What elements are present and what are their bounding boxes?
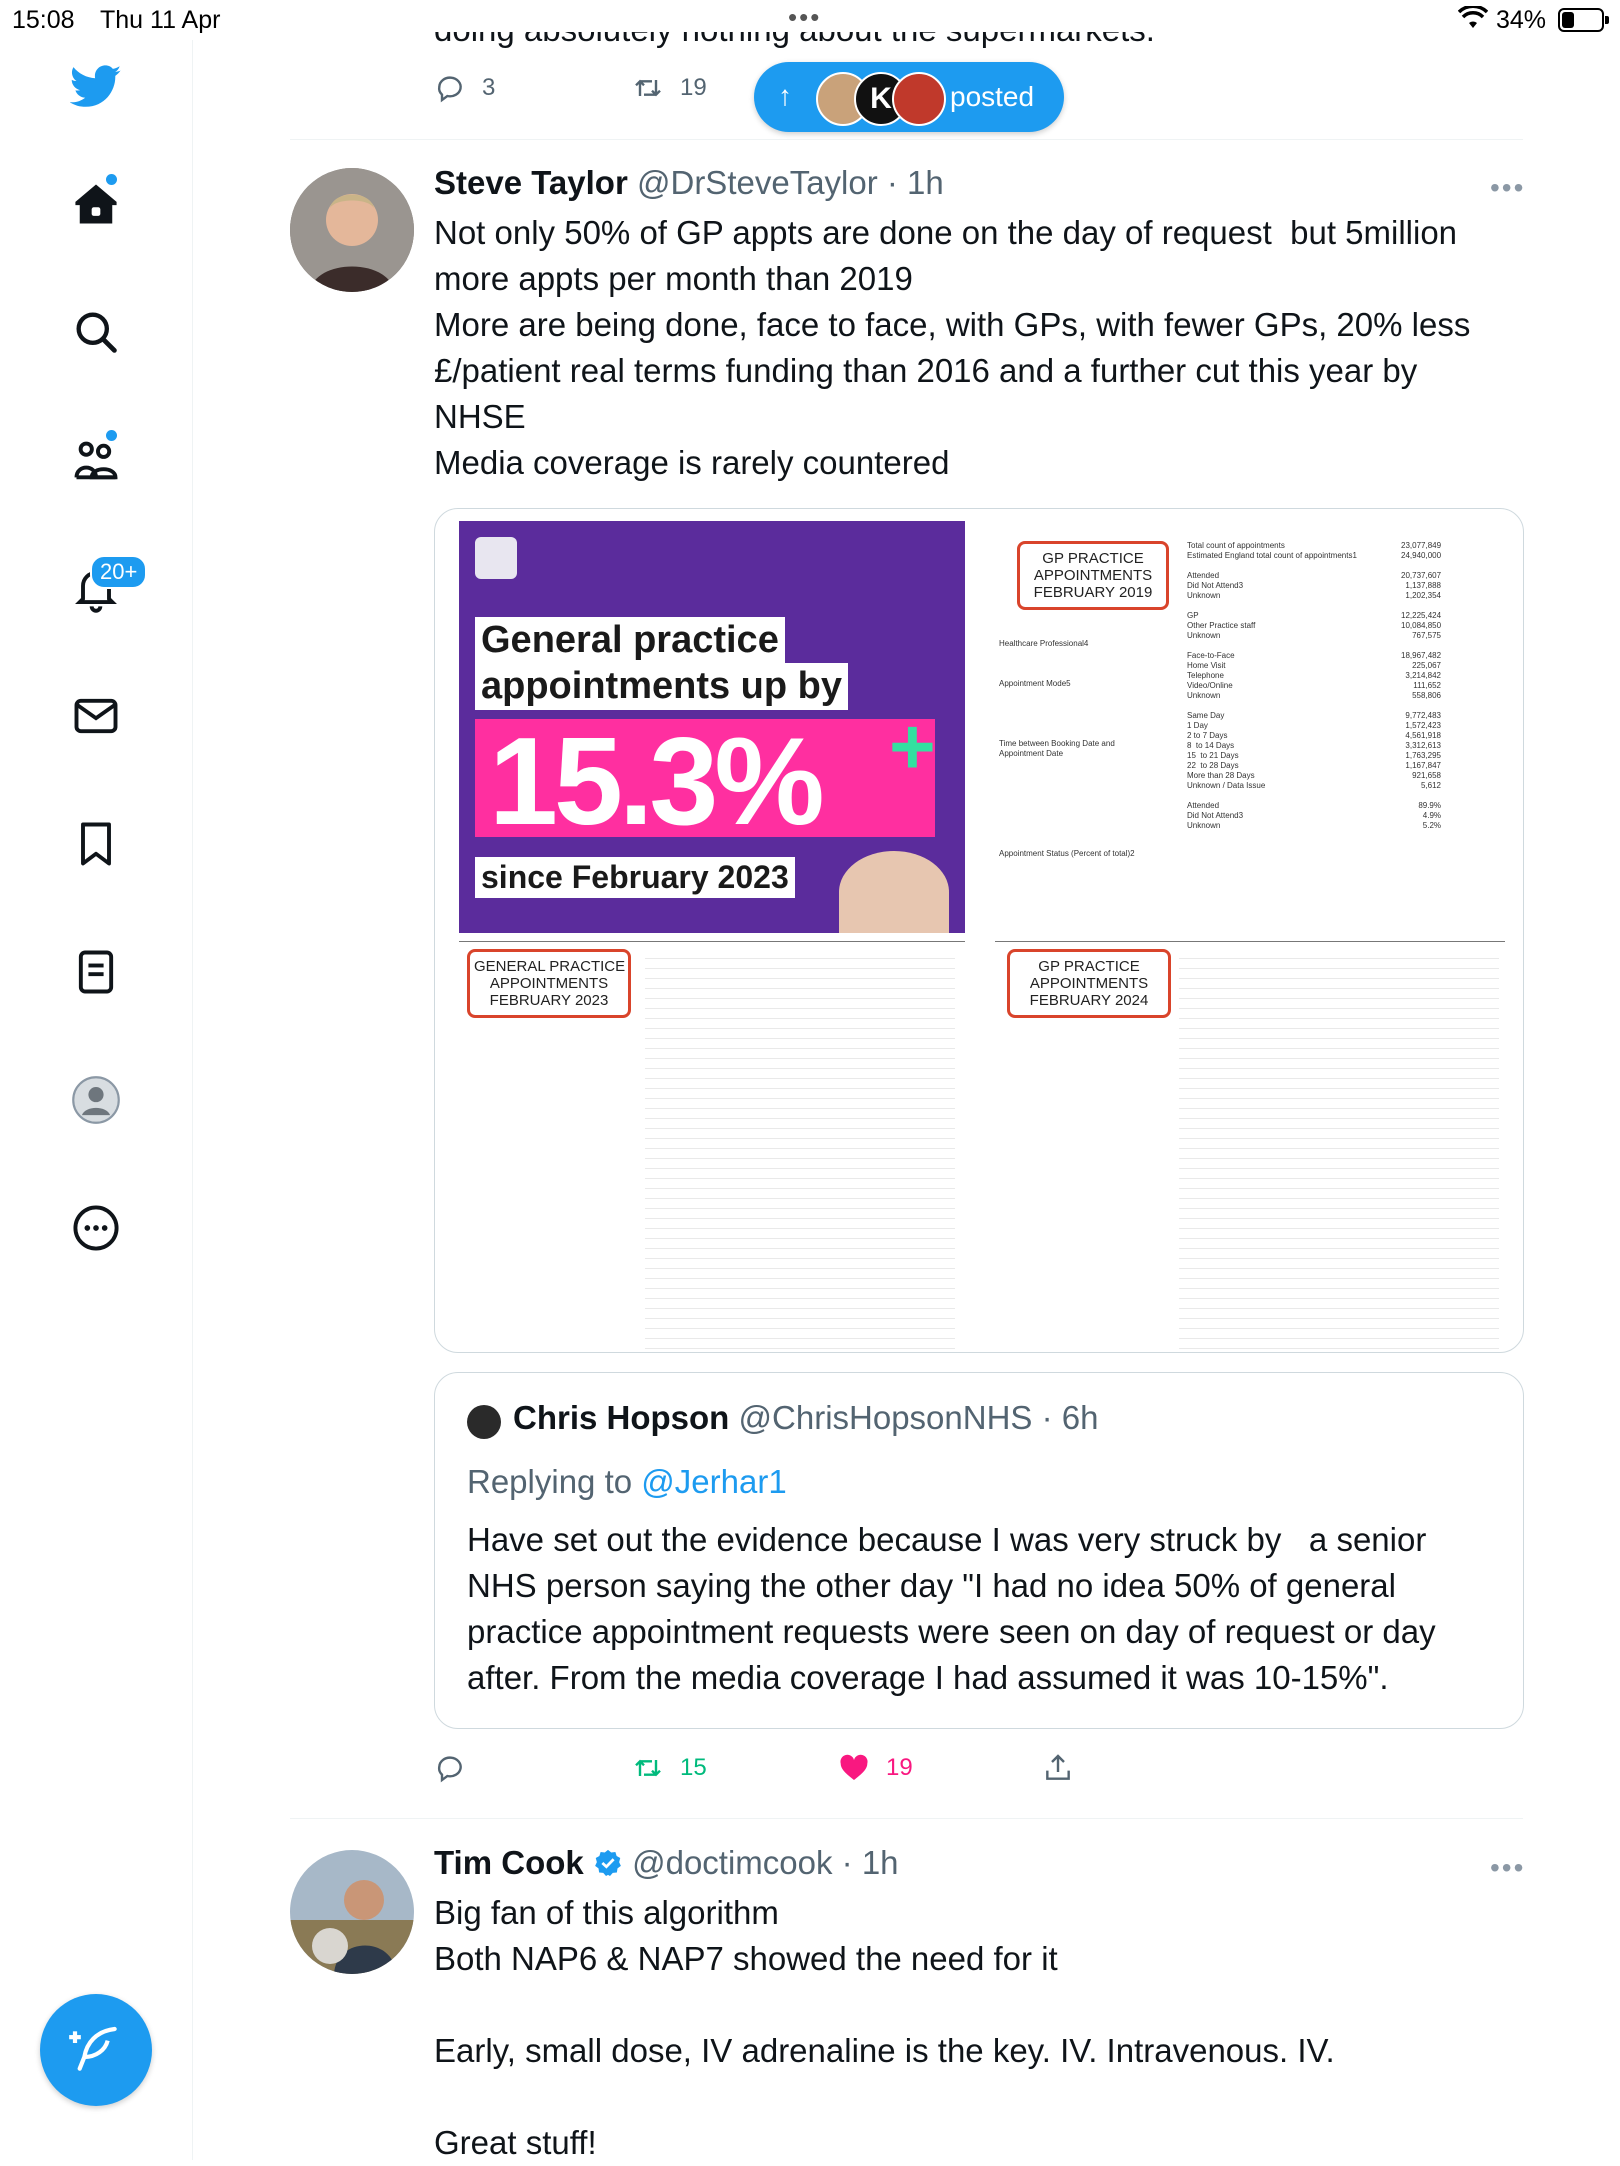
report-title-2024: GP PRACTICE APPOINTMENTS FEBRUARY 2024 [1007, 949, 1171, 1018]
quoted-text: Have set out the evidence because I was … [467, 1521, 1445, 1696]
quoted-tweet[interactable]: Chris Hopson @ChrisHopsonNHS · 6h Replyi… [434, 1372, 1524, 1729]
arrow-up-icon: ↑ [778, 80, 792, 111]
royal-crest-icon [475, 537, 517, 579]
messages-envelope-icon[interactable] [70, 690, 122, 742]
retweet-button[interactable]: 15 [632, 1752, 707, 1784]
author-handle[interactable]: @doctimcook [632, 1844, 832, 1881]
tweet-time[interactable]: · 1h [887, 164, 944, 201]
replying-handle-link[interactable]: @Jerhar1 [641, 1463, 786, 1500]
avatar-photo [290, 1850, 414, 1974]
wifi-icon [1457, 4, 1489, 37]
promo-person-photo [839, 851, 949, 933]
home-notification-dot [106, 174, 117, 185]
author-handle[interactable]: @DrSteveTaylor [637, 164, 878, 201]
prev-retweet-count: 19 [680, 74, 707, 101]
new-posts-pill[interactable]: ↑ K posted [754, 62, 1064, 132]
like-button[interactable]: 19 [838, 1752, 913, 1784]
author-name[interactable]: Tim Cook [434, 1844, 584, 1881]
quoted-author-handle: @ChrisHopsonNHS [738, 1399, 1033, 1436]
promo-percentage-box: 15.3% [475, 713, 935, 851]
quoted-author-avatar[interactable] [467, 1405, 501, 1439]
tweet-header: Steve Taylor @DrSteveTaylor · 1h [434, 164, 944, 202]
report-2019-sections: Healthcare Professional4 Appointment Mod… [999, 639, 1135, 858]
retweet-icon [635, 1759, 661, 1777]
plus-icon: + [889, 702, 936, 791]
heart-filled-icon [840, 1754, 868, 1780]
tweet-text: Big fan of this algorithm Both NAP6 & NA… [434, 1894, 1335, 2161]
replying-prefix: Replying to [467, 1463, 633, 1500]
notifications-badge: 20+ [90, 555, 148, 589]
reply-icon [437, 1756, 462, 1783]
promo-since: since February 2023 [475, 857, 795, 898]
multitasking-dots-icon[interactable]: ••• [788, 2, 821, 33]
twitter-bird-icon[interactable] [69, 60, 122, 112]
promo-graphic: General practice appointments up by 15.3… [459, 521, 965, 933]
replying-to: Replying to @Jerhar1 [467, 1463, 787, 1501]
report-title-2023: GENERAL PRACTICE APPOINTMENTS FEBRUARY 2… [467, 949, 631, 1018]
tweet-divider [290, 1818, 1523, 1819]
avatar-photo [290, 168, 414, 292]
communities-icon[interactable] [70, 434, 122, 486]
report-2024-table [1179, 949, 1499, 1349]
report-divider [459, 941, 965, 942]
battery-icon [1558, 8, 1609, 32]
compose-feather-icon [69, 2026, 117, 2071]
prev-reply-count: 3 [482, 74, 496, 101]
author-name[interactable]: Steve Taylor [434, 164, 628, 201]
tweet-text: Not only 50% of GP appts are done on the… [434, 214, 1471, 481]
quoted-header: Chris Hopson @ChrisHopsonNHS · 6h [513, 1399, 1099, 1437]
like-count: 19 [886, 1754, 913, 1781]
promo-percentage: 15.3% [489, 713, 825, 851]
promo-line1: General practice [475, 617, 785, 664]
report-2019-labels: Total count of appointments Estimated En… [1187, 541, 1357, 830]
home-icon[interactable] [70, 178, 122, 230]
battery-percent: 34% [1496, 6, 1547, 34]
promo-line2: appointments up by [475, 663, 848, 710]
tweet-media-image[interactable]: General practice appointments up by 15.3… [434, 508, 1524, 1353]
prev-retweet-button[interactable]: 19 [632, 72, 707, 104]
report-2019-values: 23,077,849 24,940,000 20,737,607 1,137,8… [1401, 541, 1442, 830]
new-posts-label: posted [950, 81, 1035, 112]
poster-avatar [892, 72, 946, 126]
more-options-icon[interactable] [70, 1202, 122, 1254]
share-icon [1046, 1754, 1070, 1780]
report-title-2019: GP PRACTICE APPOINTMENTS FEBRUARY 2019 [1017, 541, 1169, 610]
verified-badge-icon [595, 1849, 621, 1876]
tweet-divider [290, 139, 1523, 140]
report-2023-table [645, 949, 955, 1349]
tweet-more-icon[interactable]: ••• [1490, 1852, 1525, 1884]
retweet-icon [635, 79, 661, 97]
compose-tweet-button[interactable] [40, 1994, 152, 2106]
bookmarks-icon[interactable] [70, 818, 122, 870]
search-icon[interactable] [70, 306, 122, 358]
quoted-author-name: Chris Hopson [513, 1399, 730, 1436]
lists-icon[interactable] [70, 946, 122, 998]
tweet-more-icon[interactable]: ••• [1490, 172, 1525, 204]
reply-button[interactable] [434, 1752, 482, 1784]
tweet-author-avatar[interactable] [290, 168, 414, 292]
tweet-header: Tim Cook @doctimcook · 1h [434, 1844, 899, 1882]
quoted-time: · 6h [1041, 1399, 1099, 1436]
share-button[interactable] [1042, 1752, 1074, 1784]
status-time: 15:08 [12, 6, 75, 34]
report-divider [995, 941, 1505, 942]
profile-avatar-icon[interactable] [70, 1074, 122, 1126]
status-date: Thu 11 Apr [100, 6, 221, 34]
prev-reply-button[interactable]: 3 [434, 72, 495, 104]
tweet-time[interactable]: · 1h [842, 1844, 899, 1881]
tweet-author-avatar[interactable] [290, 1850, 414, 1974]
retweet-count: 15 [680, 1754, 707, 1781]
reply-icon [437, 76, 462, 103]
communities-notification-dot [106, 430, 117, 441]
